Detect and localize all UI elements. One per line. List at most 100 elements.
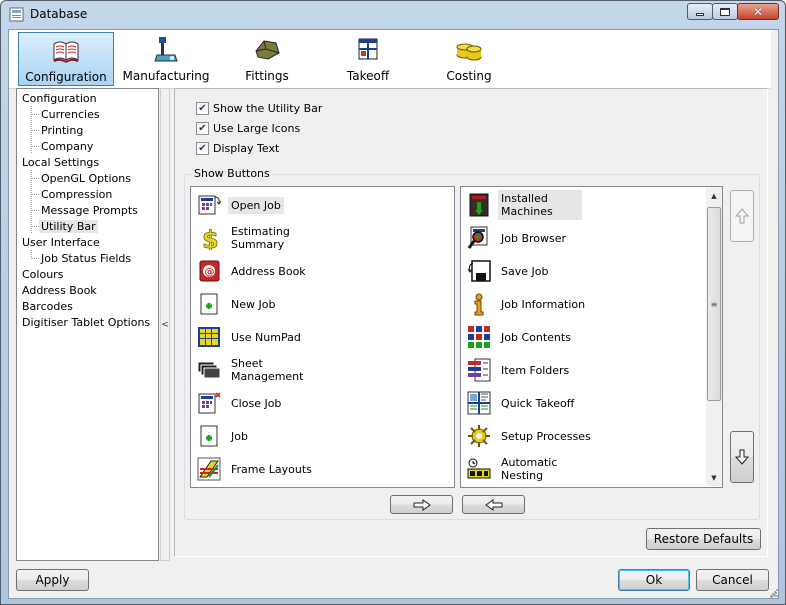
tool-label: Takeoff — [346, 69, 390, 83]
list-item-close-job[interactable]: Close Job — [197, 388, 284, 418]
use-large-icons-checkbox[interactable]: ✔ Use Large Icons — [196, 122, 300, 135]
job-browser-icon — [467, 226, 488, 249]
tree-item-configuration[interactable]: Configuration — [22, 92, 97, 105]
tool-configuration[interactable]: Configuration — [18, 32, 114, 86]
new-job-icon — [200, 293, 218, 315]
job-contents-icon — [468, 326, 490, 348]
tree-item-barcodes[interactable]: Barcodes — [22, 300, 73, 313]
list-item-automatic-nesting[interactable]: Automatic Nesting — [467, 454, 558, 484]
address-book-icon: @ — [199, 260, 220, 282]
triangle-down-icon: ▼ — [711, 474, 717, 482]
tree-item-digitiser-tablet-options[interactable]: Digitiser Tablet Options — [22, 316, 150, 329]
tool-costing[interactable]: Costing — [421, 32, 517, 86]
add-button-right-arrow[interactable] — [390, 495, 453, 514]
dollar-icon: $ — [202, 226, 219, 250]
numpad-icon — [198, 327, 220, 347]
database-window: Database ✕ Configuration Manufacturing F… — [0, 0, 786, 605]
list-item-open-job[interactable]: Open Job — [197, 190, 284, 220]
tool-label: Configuration — [25, 70, 107, 84]
arrow-left-icon — [484, 498, 502, 511]
database-app-icon — [9, 7, 24, 22]
maximize-button[interactable] — [712, 3, 738, 20]
frame-layouts-icon — [197, 457, 221, 481]
tree-item-address-book[interactable]: Address Book — [22, 284, 97, 297]
info-icon — [474, 293, 484, 316]
collapse-left-icon: < — [161, 319, 169, 330]
available-buttons-list[interactable]: Open Job $ Estimating Summary @ Address … — [190, 186, 455, 488]
cancel-button[interactable]: Cancel — [696, 569, 769, 591]
installed-machines-icon — [469, 193, 489, 217]
tree-item-user-interface[interactable]: User Interface — [22, 236, 100, 249]
save-job-icon — [467, 260, 491, 282]
close-window-button[interactable]: ✕ — [737, 3, 779, 20]
svg-text:@: @ — [205, 267, 215, 278]
settings-tree[interactable]: Configuration Currencies Printing Compan… — [16, 88, 159, 561]
tool-label: Manufacturing — [122, 69, 210, 83]
tree-item-message-prompts[interactable]: Message Prompts — [41, 204, 138, 217]
resize-grip-icon[interactable] — [767, 587, 779, 599]
show-buttons-label: Show Buttons — [191, 167, 273, 180]
quick-takeoff-icon — [467, 391, 491, 415]
tree-item-currencies[interactable]: Currencies — [41, 108, 100, 121]
takeoff-icon — [358, 38, 378, 60]
tree-item-compression[interactable]: Compression — [41, 188, 112, 201]
move-down-button[interactable] — [730, 431, 754, 483]
list-item-item-folders[interactable]: Item Folders — [467, 355, 572, 385]
list-item-save-job[interactable]: Save Job — [467, 256, 551, 286]
machine-icon — [154, 37, 178, 62]
arrow-right-icon — [413, 498, 431, 511]
minimize-button[interactable] — [687, 3, 713, 20]
tree-item-printing[interactable]: Printing — [41, 124, 83, 137]
minimize-icon — [696, 13, 704, 16]
tree-item-company[interactable]: Company — [41, 140, 93, 153]
list-item-job-browser[interactable]: Job Browser — [467, 223, 569, 253]
panel-splitter[interactable]: < — [160, 88, 170, 561]
list-item-installed-machines[interactable]: Installed Machines — [467, 190, 582, 220]
tool-label: Fittings — [245, 69, 289, 83]
checkbox-box: ✔ — [196, 122, 209, 135]
list-item-address-book[interactable]: @ Address Book — [197, 256, 309, 286]
tree-item-colours[interactable]: Colours — [22, 268, 63, 281]
list-item-estimating-summary[interactable]: $ Estimating Summary — [197, 223, 298, 253]
fitting-icon — [255, 40, 280, 60]
tool-fittings[interactable]: Fittings — [219, 32, 315, 86]
tree-item-opengl-options[interactable]: OpenGL Options — [41, 172, 131, 185]
list-item-frame-layouts[interactable]: Frame Layouts — [197, 454, 315, 484]
list-item-setup-processes[interactable]: Setup Processes — [467, 421, 594, 451]
move-up-button[interactable] — [730, 190, 754, 242]
scroll-up-arrow[interactable]: ▲ — [706, 188, 722, 204]
tool-takeoff[interactable]: Takeoff — [320, 32, 416, 86]
remove-button-left-arrow[interactable] — [462, 495, 525, 514]
maximize-icon — [720, 7, 730, 16]
list-item-quick-takeoff[interactable]: Quick Takeoff — [467, 388, 577, 418]
book-icon — [53, 41, 79, 63]
sheets-icon — [197, 361, 221, 379]
open-job-icon — [198, 195, 221, 215]
apply-button[interactable]: Apply — [16, 569, 89, 591]
list-item-use-numpad[interactable]: Use NumPad — [197, 322, 304, 352]
ok-button[interactable]: Ok — [618, 569, 690, 591]
arrow-up-icon — [735, 208, 749, 224]
list-item-job-contents[interactable]: Job Contents — [467, 322, 574, 352]
job-icon — [200, 425, 218, 447]
title-bar[interactable]: Database ✕ — [1, 1, 785, 28]
list-item-sheet-management[interactable]: Sheet Management — [197, 355, 303, 385]
item-folders-icon — [468, 358, 491, 382]
tool-manufacturing[interactable]: Manufacturing — [118, 32, 214, 86]
tree-item-job-status-fields[interactable]: Job Status Fields — [41, 252, 131, 265]
restore-defaults-button[interactable]: Restore Defaults — [646, 528, 761, 550]
coins-icon — [456, 43, 482, 61]
checkbox-box: ✔ — [196, 102, 209, 115]
scroll-thumb[interactable]: ≡ — [707, 207, 721, 401]
scroll-down-arrow[interactable]: ▼ — [706, 470, 722, 486]
show-utility-bar-checkbox[interactable]: ✔ Show the Utility Bar — [196, 102, 322, 115]
tree-item-utility-bar[interactable]: Utility Bar — [39, 220, 98, 233]
display-text-checkbox[interactable]: ✔ Display Text — [196, 142, 279, 155]
list-item-job-information[interactable]: Job Information — [467, 289, 588, 319]
checkbox-box: ✔ — [196, 142, 209, 155]
list-item-job[interactable]: Job — [197, 421, 251, 451]
tree-item-local-settings[interactable]: Local Settings — [22, 156, 99, 169]
svg-text:$: $ — [202, 226, 219, 250]
shown-buttons-list[interactable]: Installed Machines Job Browser Save Job — [460, 186, 723, 488]
list-item-new-job[interactable]: New Job — [197, 289, 278, 319]
